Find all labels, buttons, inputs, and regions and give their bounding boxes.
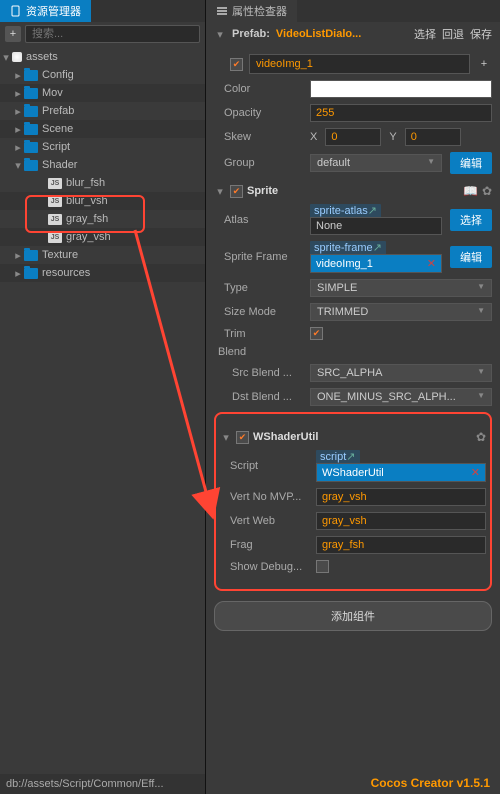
sizemode-select[interactable]: TRIMMED <box>310 303 492 321</box>
chevron-down-icon[interactable]: ▾ <box>214 185 226 198</box>
add-asset-button[interactable]: + <box>5 26 21 42</box>
sprite-enabled-checkbox[interactable] <box>230 185 243 198</box>
folder-icon <box>24 142 38 153</box>
prefab-save-button[interactable]: 保存 <box>470 26 492 42</box>
vert-no-mvp-value[interactable]: gray_vsh <box>322 491 367 503</box>
js-icon: JS <box>48 214 62 225</box>
folder-icon <box>24 160 38 171</box>
add-component-button[interactable]: 添加组件 <box>214 601 492 631</box>
js-icon: JS <box>48 232 62 243</box>
dstblend-select[interactable]: ONE_MINUS_SRC_ALPH... <box>310 388 492 406</box>
folder-shader[interactable]: Shader <box>42 159 77 171</box>
tab-assets[interactable]: 资源管理器 <box>0 0 91 22</box>
js-icon: JS <box>48 178 62 189</box>
asset-tree[interactable]: ▾assets ▸Config▸Mov▸Prefab▸Scene▸Script … <box>0 46 205 774</box>
prefab-label: Prefab: <box>232 28 270 40</box>
wshaderutil-section: ▾ WShaderUtil ✿ Script script↗ WShaderUt… <box>214 412 492 591</box>
book-icon[interactable]: 📖 <box>463 184 478 198</box>
footer-version: Cocos Creator v1.5.1 <box>371 776 490 790</box>
show-debug-checkbox[interactable] <box>316 560 329 573</box>
folder-icon <box>24 88 38 99</box>
skew-x-input[interactable] <box>325 128 381 146</box>
prefab-name: VideoListDialo... <box>276 28 408 40</box>
atlas-select-button[interactable]: 选择 <box>450 209 492 231</box>
prefab-select-button[interactable]: 选择 <box>414 26 436 42</box>
status-bar: db://assets/Script/Common/Eff... <box>0 774 205 794</box>
wsu-title: WShaderUtil <box>253 431 472 443</box>
vert-web-value[interactable]: gray_vsh <box>322 515 367 527</box>
file-item[interactable]: blur_vsh <box>66 195 108 207</box>
folder-item[interactable]: Script <box>42 141 70 153</box>
folder-icon <box>24 106 38 117</box>
tab-assets-label: 资源管理器 <box>26 3 81 19</box>
srcblend-select[interactable]: SRC_ALPHA <box>310 364 492 382</box>
tab-inspector[interactable]: 属性检查器 <box>206 0 297 22</box>
gear-icon[interactable]: ✿ <box>482 184 492 198</box>
folder-item[interactable]: resources <box>42 267 90 279</box>
folder-icon <box>24 70 38 81</box>
close-icon[interactable]: ✕ <box>427 257 436 270</box>
prefab-back-button[interactable]: 回退 <box>442 26 464 42</box>
folder-icon <box>24 268 38 279</box>
node-name-input[interactable] <box>249 54 470 74</box>
frag-value[interactable]: gray_fsh <box>322 539 364 551</box>
list-icon <box>216 5 228 17</box>
file-item[interactable]: gray_fsh <box>66 213 108 225</box>
js-icon: JS <box>48 196 62 207</box>
color-swatch[interactable] <box>310 80 492 98</box>
file-icon <box>10 5 22 17</box>
search-input[interactable] <box>25 25 200 43</box>
spriteframe-edit-button[interactable]: 编辑 <box>450 246 492 268</box>
add-component-icon[interactable]: + <box>476 56 492 72</box>
spriteframe-field[interactable]: sprite-frame↗ videoImg_1✕ <box>310 241 442 273</box>
group-select[interactable]: default <box>310 154 442 172</box>
tab-inspector-label: 属性检查器 <box>232 3 287 19</box>
close-icon[interactable]: ✕ <box>471 466 480 479</box>
skew-y-input[interactable] <box>405 128 461 146</box>
folder-icon <box>24 124 38 135</box>
trim-checkbox[interactable] <box>310 327 323 340</box>
folder-item[interactable]: Texture <box>42 249 78 261</box>
folder-item[interactable]: Config <box>42 69 74 81</box>
sprite-title: Sprite <box>247 185 459 197</box>
node-enabled-checkbox[interactable] <box>230 58 243 71</box>
file-item[interactable]: gray_vsh <box>66 231 111 243</box>
script-field[interactable]: script↗ WShaderUtil✕ <box>316 450 486 482</box>
database-icon <box>12 52 22 62</box>
folder-item[interactable]: Mov <box>42 87 63 99</box>
tree-root[interactable]: assets <box>26 51 58 63</box>
folder-item[interactable]: Prefab <box>42 105 74 117</box>
chevron-down-icon[interactable]: ▾ <box>220 431 232 444</box>
chevron-down-icon: ▾ <box>214 28 226 41</box>
wsu-enabled-checkbox[interactable] <box>236 431 249 444</box>
folder-item[interactable]: Scene <box>42 123 73 135</box>
file-item[interactable]: blur_fsh <box>66 177 105 189</box>
opacity-input[interactable] <box>310 104 492 122</box>
type-select[interactable]: SIMPLE <box>310 279 492 297</box>
folder-icon <box>24 250 38 261</box>
group-edit-button[interactable]: 编辑 <box>450 152 492 174</box>
atlas-field[interactable]: sprite-atlas↗ None <box>310 204 442 235</box>
gear-icon[interactable]: ✿ <box>476 430 486 444</box>
